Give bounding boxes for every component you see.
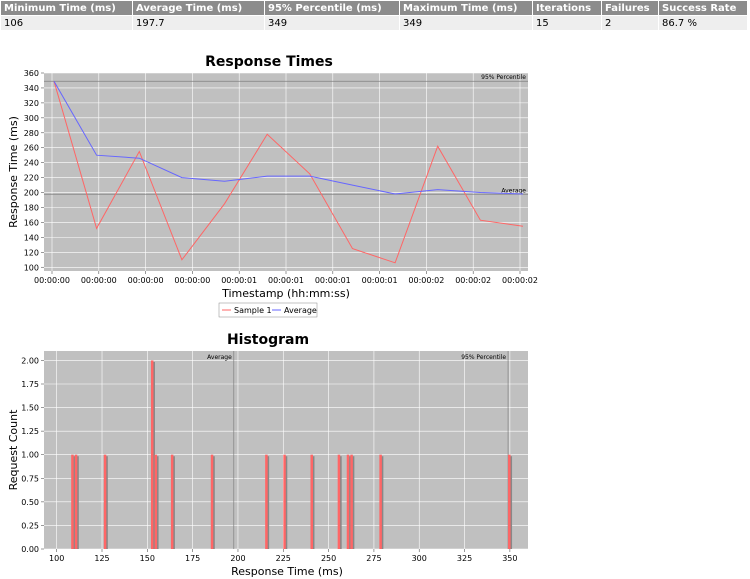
hist-y-tick-label: 1.25	[21, 427, 39, 436]
hist-bar	[103, 454, 107, 549]
hist-bar	[71, 454, 74, 549]
rt-y-tick-label: 160	[24, 218, 39, 227]
hist-x-tick-label: 100	[49, 554, 64, 563]
response-times-x-axis-label: Timestamp (hh:mm:ss)	[221, 287, 350, 300]
rt-x-tick-label: 00:00:02	[455, 276, 491, 285]
hist-marker-label: Average	[207, 354, 232, 361]
response-times-y-ticks: 100 120 140 160 180 200 220 240 260 280 300 320 340 3…	[24, 69, 44, 272]
hist-bar	[350, 454, 353, 549]
rt-y-tick-label: 140	[24, 233, 39, 242]
hist-y-tick-label: 1.00	[21, 451, 39, 460]
response-times-chart: Response Times 100 120 140 160 180 200 220 240 2…	[7, 54, 538, 318]
hist-y-tick-label: 0.25	[21, 521, 39, 530]
hist-x-tick-label: 350	[502, 554, 517, 563]
rt-y-tick-label: 260	[24, 144, 39, 153]
rt-x-tick-label: 00:00:00	[174, 276, 210, 285]
hist-x-tick-label: 300	[412, 554, 427, 563]
hist-bar	[265, 454, 268, 549]
hist-y-tick-label: 0.75	[21, 474, 39, 483]
hist-bar	[210, 454, 214, 549]
hist-bar	[310, 454, 313, 549]
hist-y-tick-label: 2.00	[21, 356, 39, 365]
rt-x-tick-label: 00:00:01	[315, 276, 351, 285]
hist-x-tick-label: 325	[457, 554, 472, 563]
rt-x-tick-label: 00:00:02	[408, 276, 444, 285]
rt-y-tick-label: 320	[24, 99, 39, 108]
response-times-y-axis-label: Response Time (ms)	[7, 116, 20, 228]
rt-x-tick-label: 00:00:01	[362, 276, 398, 285]
rt-y-tick-label: 300	[24, 114, 39, 123]
response-times-legend: Sample 1 Average	[218, 302, 318, 318]
histogram-y-axis-label: Request Count	[7, 409, 20, 491]
response-times-title: Response Times	[205, 54, 333, 70]
rt-marker-label: 95% Percentile	[481, 74, 526, 81]
rt-y-tick-label: 200	[24, 189, 39, 198]
hist-bar	[346, 454, 350, 549]
hist-bar	[508, 454, 511, 549]
rt-y-tick-label: 280	[24, 129, 39, 138]
rt-x-tick-label: 00:00:02	[502, 276, 538, 285]
histogram-x-ticks: 100 125 150 175 200 225 250 275 300 325 350	[49, 549, 518, 563]
response-times-x-ticks: 00:00:00 00:00:00 00:00:00 00:00:00 00:00:01…	[34, 271, 538, 285]
histogram-title: Histogram	[227, 332, 309, 348]
rt-x-tick-label: 00:00:01	[221, 276, 257, 285]
charts-canvas: Response Times 100 120 140 160 180 200 220 240 2…	[7, 54, 538, 578]
hist-x-tick-label: 225	[276, 554, 291, 563]
hist-x-tick-label: 125	[94, 554, 109, 563]
rt-y-tick-label: 240	[24, 159, 39, 168]
hist-bar	[337, 454, 341, 549]
hist-x-tick-label: 150	[140, 554, 155, 563]
hist-y-tick-label: 0.50	[21, 498, 39, 507]
hist-bar	[74, 454, 78, 549]
hist-bar	[150, 360, 154, 549]
histogram-y-ticks: 0.00 0.25 0.50 0.75 1.00 1.25 1.50 1.75 2.00	[21, 356, 44, 554]
legend-sample-label: Sample 1	[234, 306, 272, 315]
hist-bar	[170, 454, 174, 549]
hist-bar	[283, 454, 286, 549]
rt-x-tick-label: 00:00:01	[268, 276, 304, 285]
hist-y-tick-label: 0.00	[21, 545, 39, 554]
hist-x-tick-label: 200	[230, 554, 245, 563]
rt-x-tick-label: 00:00:00	[128, 276, 164, 285]
rt-y-tick-label: 360	[24, 69, 39, 78]
hist-bar	[379, 454, 382, 549]
rt-y-tick-label: 120	[24, 248, 39, 257]
hist-y-tick-label: 1.75	[21, 380, 39, 389]
hist-marker-label: 95% Percentile	[461, 354, 506, 361]
rt-y-tick-label: 180	[24, 203, 39, 212]
histogram-x-axis-label: Response Time (ms)	[231, 565, 343, 578]
hist-x-tick-label: 250	[321, 554, 336, 563]
histogram-chart: Histogram 0.00 0.25 0.50 0.75 1.00 1.25 1.50 1.…	[7, 332, 528, 578]
rt-x-tick-label: 00:00:00	[34, 276, 70, 285]
rt-y-tick-label: 100	[24, 263, 39, 272]
hist-bar	[154, 454, 158, 549]
hist-x-tick-label: 175	[185, 554, 200, 563]
rt-y-tick-label: 340	[24, 84, 39, 93]
hist-x-tick-label: 275	[366, 554, 381, 563]
rt-x-tick-label: 00:00:00	[81, 276, 117, 285]
rt-y-tick-label: 220	[24, 174, 39, 183]
hist-y-tick-label: 1.50	[21, 404, 39, 413]
legend-average-label: Average	[284, 306, 317, 315]
